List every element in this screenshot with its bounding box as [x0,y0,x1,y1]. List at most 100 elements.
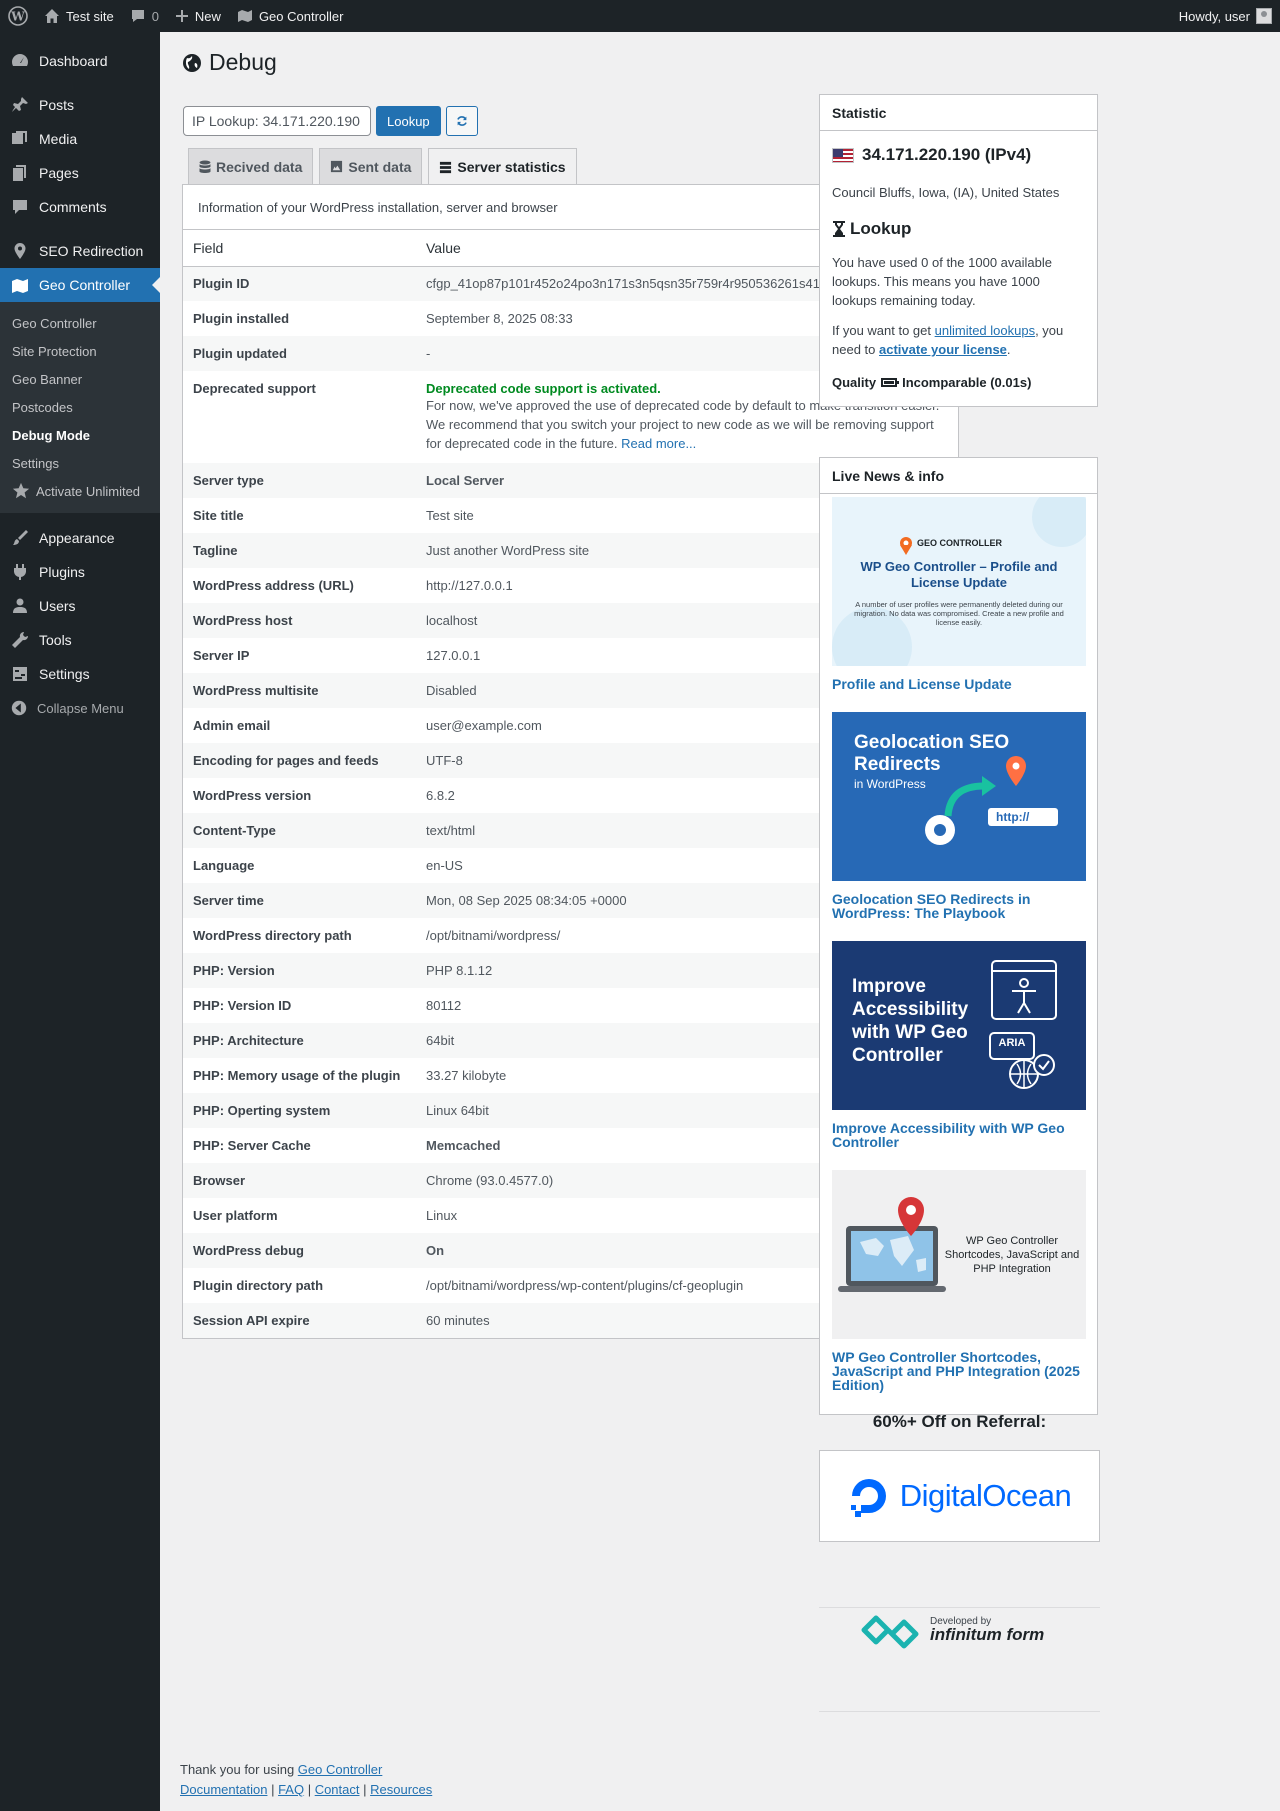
map-icon [237,10,252,22]
digitalocean-logo-icon [850,1479,886,1517]
news-card: Improve Accessibility with WP Geo Contro… [820,941,1097,1149]
dashboard-icon [11,54,29,66]
comments-link[interactable]: 0 [122,0,167,32]
refresh-button[interactable] [445,106,478,136]
site-name-link[interactable]: Test site [36,0,122,32]
digitalocean-wordmark: DigitalOcean [899,1478,1072,1513]
comment-icon [131,10,144,22]
news-image-accessibility[interactable]: Improve Accessibility with WP Geo Contro… [832,941,1086,1110]
collapse-icon [11,700,27,716]
lookup-button[interactable]: Lookup [376,106,441,136]
activate-license-link[interactable]: activate your license [879,342,1007,357]
sidebar-item-plugins[interactable]: Plugins [0,555,160,589]
read-more-link[interactable]: Read more... [621,436,696,451]
comment-icon [13,200,27,214]
sidebar-item-tools[interactable]: Tools [0,623,160,657]
wrench-icon [12,631,29,648]
pages-icon [13,165,26,181]
news-image-shortcodes[interactable]: WP Geo Controller Shortcodes, JavaScript… [832,1170,1086,1339]
globe-icon [183,53,201,72]
sidebar-item-comments[interactable]: Comments [0,190,160,224]
developer-logo[interactable]: Developed by infinitum form [860,1610,1044,1650]
account-menu[interactable]: Howdy, user [1171,0,1280,32]
sidebar-item-pages[interactable]: Pages [0,156,160,190]
submenu-debug-mode[interactable]: Debug Mode [0,421,160,449]
news-image-graphic [989,960,1057,1089]
news-image-text: A number of user profiles were permanent… [854,600,1064,627]
news-image-graphic [925,756,1058,845]
tab-sent-data[interactable]: Sent data [319,148,423,184]
news-image-brand: GEO CONTROLLER [917,538,1002,548]
database-icon [199,160,211,173]
refresh-icon [456,116,467,126]
sidebar-item-geo-controller[interactable]: Geo Controller [0,268,160,302]
tab-server-statistics[interactable]: Server statistics [428,148,577,185]
statistic-title: Statistic [820,95,1097,131]
settings-icon [13,667,27,681]
news-image-profile-update[interactable]: GEO CONTROLLER WP Geo Controller – Profi… [832,497,1086,666]
ip-location: Council Bluffs, Iowa, (IA), United State… [832,185,1060,200]
location-icon [14,243,26,259]
divider [819,1711,1100,1712]
pin-icon [12,97,28,112]
debug-tabs: Recived data Sent data Server statistics [188,148,577,185]
statistic-box: Statistic 34.171.220.190 (IPv4) Council … [819,94,1098,407]
news-link[interactable]: WP Geo Controller Shortcodes, JavaScript… [832,1350,1085,1392]
unlimited-lookups-link[interactable]: unlimited lookups [935,323,1035,338]
sidebar-item-appearance[interactable]: Appearance [0,521,160,555]
page-title: Debug [182,49,277,76]
submenu-site-protection[interactable]: Site Protection [0,337,160,365]
news-image-seo-redirects[interactable]: Geolocation SEO Redirects in WordPress h… [832,712,1086,881]
chart-icon [331,160,343,173]
footer-plugin-link[interactable]: Geo Controller [298,1762,383,1777]
digitalocean-banner[interactable]: DigitalOcean [819,1450,1100,1542]
footer-faq-link[interactable]: FAQ [278,1782,304,1797]
sidebar-item-settings[interactable]: Settings [0,657,160,691]
footer-contact-link[interactable]: Contact [315,1782,360,1797]
lookup-usage-text: You have used 0 of the 1000 available lo… [832,255,1052,308]
plugin-icon [14,564,26,580]
submenu-activate-unlimited[interactable]: Activate Unlimited [0,477,160,505]
lookup-title: Lookup [850,219,912,238]
news-link[interactable]: Geolocation SEO Redirects in WordPress: … [832,892,1085,920]
avatar [1256,8,1272,24]
sidebar-item-media[interactable]: Media [0,122,160,156]
server-icon [440,161,452,173]
news-box: Live News & info GEO CONTROLLER WP Geo C… [819,457,1098,1415]
star-icon [12,482,30,499]
admin-bar: W Test site 0 New Geo Controller Howdy, … [0,0,1280,32]
column-header-field: Field [183,230,416,267]
map-icon [12,279,28,293]
ip-lookup-input[interactable] [183,106,371,136]
submenu-geo-controller[interactable]: Geo Controller [0,309,160,337]
sidebar-item-dashboard[interactable]: Dashboard [0,44,160,78]
license-text: If you want to get unlimited lookups, yo… [832,323,1064,357]
quality-indicator: Quality Incomparable (0.01s) [832,375,1032,390]
submenu-postcodes[interactable]: Postcodes [0,393,160,421]
developer-name: infinitum form [930,1625,1045,1644]
news-card: GEO CONTROLLER WP Geo Controller – Profi… [820,497,1097,691]
submenu-geo-banner[interactable]: Geo Banner [0,365,160,393]
news-link[interactable]: Improve Accessibility with WP Geo Contro… [832,1121,1085,1149]
paintbrush-icon [13,530,28,545]
footer-documentation-link[interactable]: Documentation [180,1782,267,1797]
sidebar-item-seo-redirection[interactable]: SEO Redirection [0,234,160,268]
news-card: Geolocation SEO Redirects in WordPress h… [820,712,1097,920]
submenu-settings[interactable]: Settings [0,449,160,477]
sidebar-item-users[interactable]: Users [0,589,160,623]
new-content-link[interactable]: New [167,0,229,32]
referral-title: 60%+ Off on Referral: [872,1412,1047,1431]
collapse-menu-button[interactable]: Collapse Menu [0,691,160,725]
tab-received-data[interactable]: Recived data [188,148,314,184]
geo-controller-link[interactable]: Geo Controller [229,0,352,32]
news-card: WP Geo Controller Shortcodes, JavaScript… [820,1170,1097,1392]
sidebar-item-posts[interactable]: Posts [0,88,160,122]
news-link[interactable]: Profile and License Update [832,677,1085,691]
divider [819,1607,1100,1608]
wordpress-logo-icon[interactable]: W [0,0,36,32]
geo-controller-submenu: Geo Controller Site Protection Geo Banne… [0,302,160,513]
hourglass-icon [833,221,845,237]
footer-resources-link[interactable]: Resources [370,1782,432,1797]
footer: Thank you for using Geo Controller Docum… [180,1762,433,1797]
news-image-text: WP Geo Controller Shortcodes, JavaScript… [944,1235,1080,1275]
